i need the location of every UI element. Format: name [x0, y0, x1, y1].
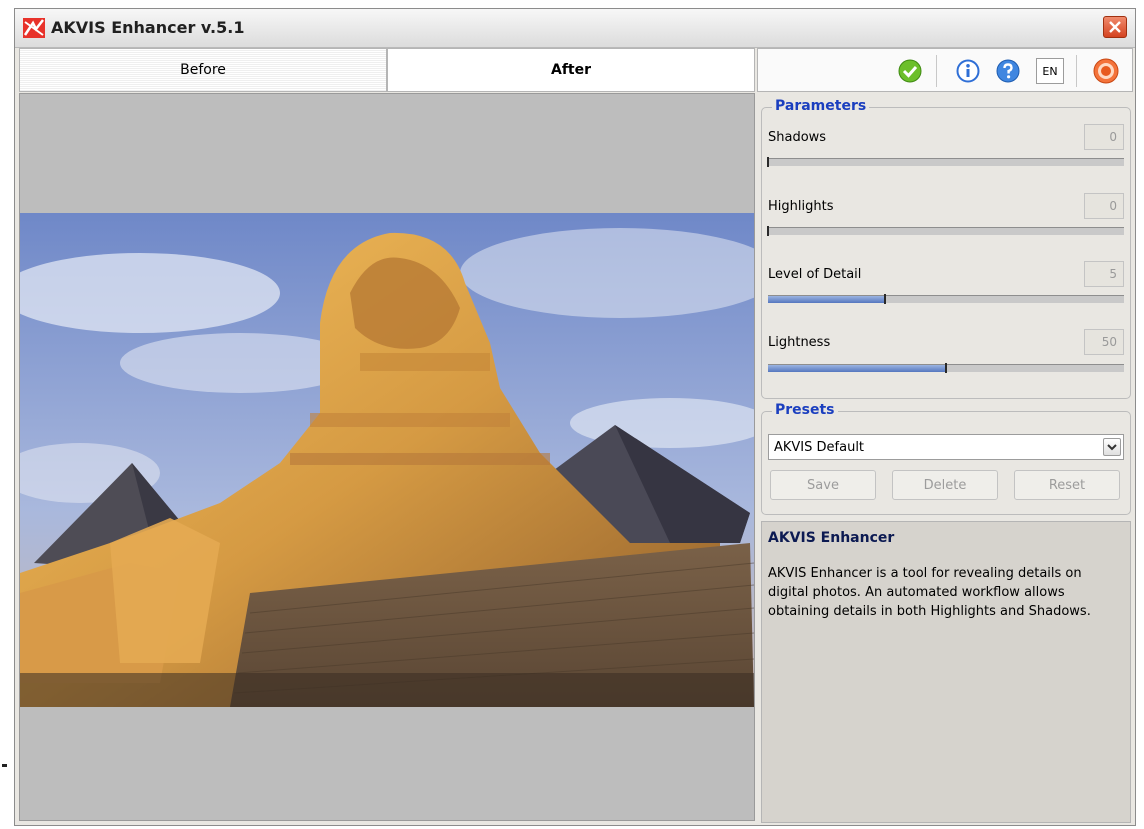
sphinx-photo-image	[20, 213, 754, 707]
slider-thumb[interactable]	[884, 294, 887, 304]
presets-group: Presets AKVIS Default Save Delete Reset	[761, 402, 1131, 515]
info-text: AKVIS Enhancer is a tool for revealing d…	[768, 566, 1091, 619]
shadows-value[interactable]: 0	[1084, 124, 1124, 150]
close-icon	[1109, 21, 1121, 33]
dropdown-arrow-button[interactable]	[1103, 438, 1121, 456]
level-of-detail-slider[interactable]	[768, 294, 1124, 304]
parameters-group: Parameters Shadows 0 Highlights 0 Level …	[761, 98, 1131, 399]
info-panel: AKVIS Enhancer AKVIS Enhancer is a tool …	[761, 521, 1131, 823]
slider-thumb[interactable]	[945, 363, 947, 373]
level-of-detail-value[interactable]: 5	[1084, 261, 1124, 287]
toolbar: EN	[757, 48, 1133, 92]
preset-selected-value: AKVIS Default	[774, 439, 865, 455]
slider-fill	[768, 365, 946, 372]
tab-after[interactable]: After	[387, 48, 755, 92]
presets-title: Presets	[772, 402, 838, 418]
run-button[interactable]	[896, 57, 924, 85]
language-selector[interactable]: EN	[1036, 58, 1064, 84]
view-tabs: Before After	[19, 48, 755, 92]
info-icon	[956, 59, 980, 83]
parameters-title: Parameters	[772, 98, 870, 114]
shadows-label: Shadows	[768, 130, 827, 145]
close-button[interactable]	[1103, 16, 1127, 38]
image-canvas[interactable]	[19, 93, 755, 821]
exit-button[interactable]	[1092, 57, 1120, 85]
toolbar-separator	[1076, 55, 1077, 87]
title-bar: AKVIS Enhancer v.5.1	[15, 9, 1135, 48]
photo-sphinx	[20, 213, 754, 707]
highlights-slider[interactable]	[767, 226, 1124, 236]
slider-thumb[interactable]	[767, 157, 769, 167]
highlights-label: Highlights	[768, 199, 834, 214]
reset-preset-button[interactable]: Reset	[1014, 470, 1120, 500]
tab-before[interactable]: Before	[19, 48, 387, 92]
stray-mark	[2, 764, 7, 767]
lightness-slider[interactable]	[768, 363, 1124, 373]
settings-panel: Parameters Shadows 0 Highlights 0 Level …	[757, 93, 1133, 823]
lightness-label: Lightness	[768, 335, 831, 350]
lightness-value[interactable]: 50	[1084, 329, 1124, 355]
about-button[interactable]	[954, 57, 982, 85]
green-check-icon	[898, 59, 922, 83]
highlights-value[interactable]: 0	[1084, 193, 1124, 219]
info-title: AKVIS Enhancer	[768, 530, 895, 546]
level-of-detail-label: Level of Detail	[768, 267, 862, 282]
akvis-logo-icon	[23, 18, 45, 38]
window-title: AKVIS Enhancer v.5.1	[51, 18, 245, 37]
toolbar-separator	[936, 55, 937, 87]
app-window: AKVIS Enhancer v.5.1 Before After EN Par…	[14, 8, 1136, 826]
save-preset-button[interactable]: Save	[770, 470, 876, 500]
slider-thumb[interactable]	[767, 226, 769, 236]
help-button[interactable]	[994, 57, 1022, 85]
chevron-down-icon	[1107, 444, 1117, 451]
shadows-slider[interactable]	[767, 157, 1124, 167]
power-icon	[1093, 58, 1119, 84]
help-icon	[996, 59, 1020, 83]
slider-fill	[768, 296, 886, 303]
delete-preset-button[interactable]: Delete	[892, 470, 998, 500]
preset-dropdown[interactable]: AKVIS Default	[768, 434, 1124, 460]
